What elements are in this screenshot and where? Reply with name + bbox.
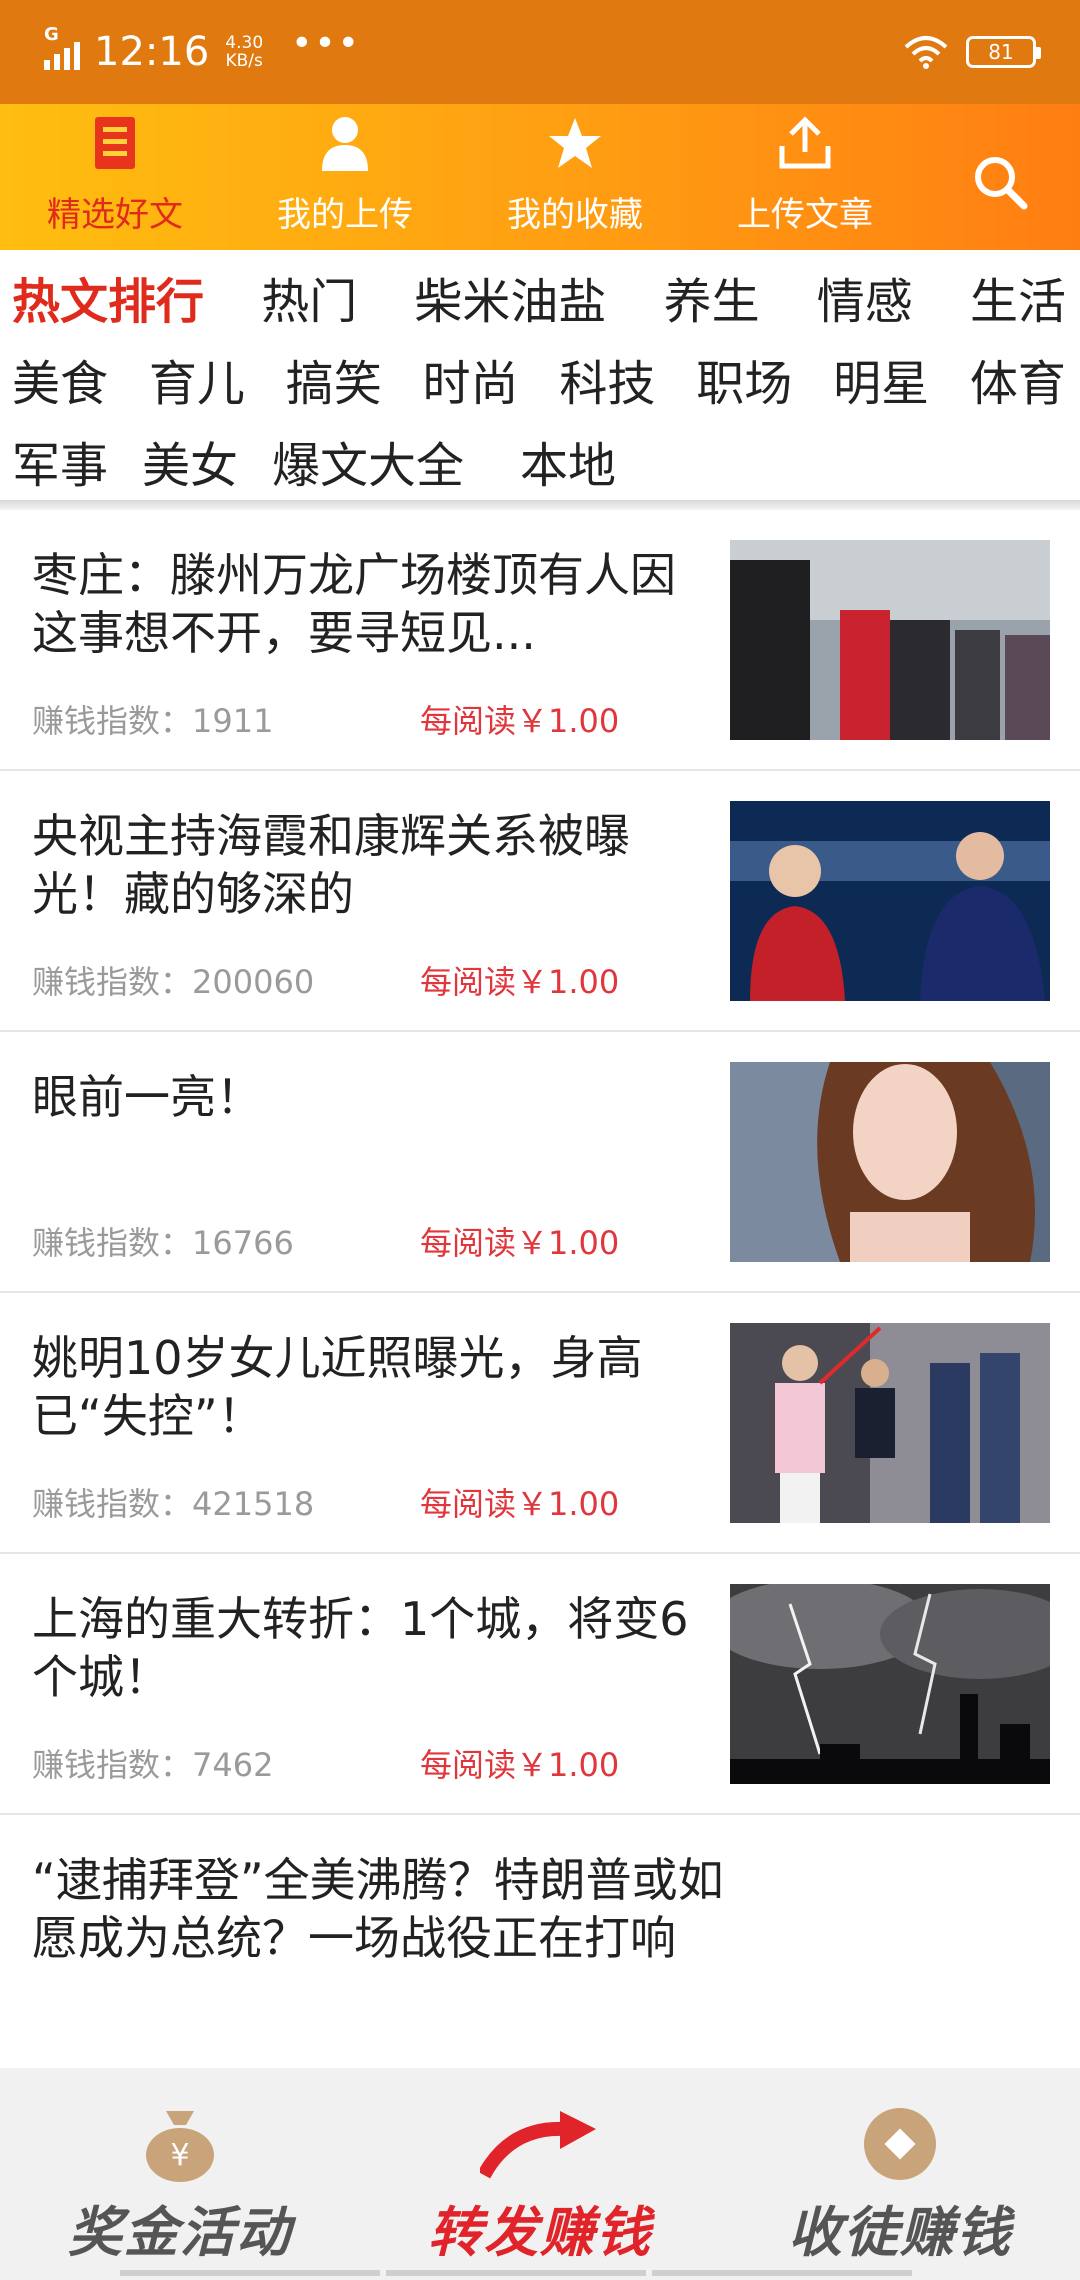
category-item[interactable]: 爆文大全 <box>272 426 464 496</box>
article-thumbnail <box>730 801 1050 1001</box>
article-item[interactable]: 眼前一亮！ 赚钱指数：16766 每阅读￥1.00 <box>0 1032 1080 1293</box>
article-item[interactable]: 枣庄：滕州万龙广场楼顶有人因这事想不开，要寻短见... 赚钱指数：1911 每阅… <box>0 510 1080 771</box>
category-item[interactable]: 体育 <box>970 344 1066 414</box>
share-earn-label: 转发赚钱 <box>428 2201 652 2264</box>
share-arrow-icon <box>480 2111 596 2179</box>
category-item[interactable]: 美食 <box>12 344 108 414</box>
network-speed: 4.30 KB/s <box>225 34 263 70</box>
article-thumbnail <box>730 1584 1050 1784</box>
article-list: 枣庄：滕州万龙广场楼顶有人因这事想不开，要寻短见... 赚钱指数：1911 每阅… <box>0 510 1080 2115</box>
status-bar: G 12:16 4.30 KB/s ••• 81 <box>0 0 1080 104</box>
speed-value: 4.30 <box>225 33 264 53</box>
network-type: G <box>44 24 59 45</box>
earning-index-value: 200060 <box>192 963 315 1001</box>
earning-index: 赚钱指数：7462 <box>32 1740 273 1786</box>
earning-index-label: 赚钱指数： <box>32 702 193 740</box>
battery-level: 81 <box>988 40 1014 64</box>
nav-tab-my-favorites[interactable]: 我的收藏 <box>460 104 690 250</box>
earning-index-value: 16766 <box>192 1224 294 1262</box>
bonus-activity-button[interactable]: ¥ 奖金活动 <box>0 2068 360 2280</box>
category-item[interactable]: 柴米油盐 <box>414 262 606 332</box>
bottom-indicator <box>0 2270 1080 2280</box>
category-item[interactable]: 生活 <box>970 262 1066 332</box>
category-item[interactable]: 职场 <box>696 344 792 414</box>
category-item[interactable]: 搞笑 <box>286 344 382 414</box>
article-title: 姚明10岁女儿近照曝光，身高已“失控”！ <box>32 1331 643 1443</box>
nav-label: 精选好文 <box>47 195 183 235</box>
clock: 12:16 <box>94 29 210 75</box>
earning-index-label: 赚钱指数： <box>32 1746 193 1784</box>
category-item[interactable]: 本地 <box>520 426 616 496</box>
category-item[interactable]: 科技 <box>559 344 655 414</box>
earning-index-value: 421518 <box>192 1485 315 1523</box>
nav-tab-featured[interactable]: 精选好文 <box>0 104 230 250</box>
earning-index-label: 赚钱指数： <box>32 1485 193 1523</box>
nav-label: 我的上传 <box>277 195 413 235</box>
category-item[interactable]: 明星 <box>833 344 929 414</box>
article-item[interactable]: 姚明10岁女儿近照曝光，身高已“失控”！ 赚钱指数：421518 每阅读￥1.0… <box>0 1293 1080 1554</box>
recruit-earn-label: 收徒赚钱 <box>788 2201 1012 2264</box>
article-item[interactable]: 上海的重大转折：1个城，将变6个城！ 赚钱指数：7462 每阅读￥1.00 <box>0 1554 1080 1815</box>
article-title: 眼前一亮！ <box>32 1070 262 1124</box>
share-earn-button[interactable]: 转发赚钱 <box>360 2068 720 2280</box>
coin-icon <box>864 2108 936 2180</box>
earning-index: 赚钱指数：421518 <box>32 1479 314 1525</box>
category-item[interactable]: 军事 <box>12 426 108 496</box>
document-icon <box>95 117 135 169</box>
reward-per-read: 每阅读￥1.00 <box>420 1746 620 1784</box>
bonus-activity-label: 奖金活动 <box>68 2201 292 2264</box>
category-row: 热文排行 热门 柴米油盐 养生 情感 生活 <box>12 256 1066 338</box>
article-item[interactable]: 央视主持海霞和康辉关系被曝光！藏的够深的 赚钱指数：200060 每阅读￥1.0… <box>0 771 1080 1032</box>
more-notifications-icon: ••• <box>291 22 361 64</box>
bottom-action-bar: ¥ 奖金活动 转发赚钱 收徒赚钱 <box>0 2068 1080 2280</box>
user-icon <box>322 117 368 171</box>
nav-label: 上传文章 <box>737 195 873 235</box>
earning-index: 赚钱指数：200060 <box>32 957 314 1003</box>
category-item[interactable]: 情感 <box>817 262 913 332</box>
signal-icon: G <box>44 24 80 70</box>
category-hot-ranking[interactable]: 热文排行 <box>12 262 204 332</box>
search-icon <box>975 157 1028 210</box>
earning-index-value: 1911 <box>192 702 274 740</box>
category-item[interactable]: 热门 <box>261 262 357 332</box>
earning-index-value: 7462 <box>192 1746 274 1784</box>
article-thumbnail <box>730 1323 1050 1523</box>
category-item[interactable]: 养生 <box>664 262 760 332</box>
category-item[interactable]: 时尚 <box>423 344 519 414</box>
upload-icon <box>779 116 831 169</box>
reward-per-read: 每阅读￥1.00 <box>420 963 620 1001</box>
reward-per-read: 每阅读￥1.00 <box>420 1224 620 1262</box>
search-button[interactable] <box>920 104 1080 250</box>
nav-label: 我的收藏 <box>507 195 643 235</box>
category-item[interactable]: 育儿 <box>149 344 245 414</box>
article-thumbnail <box>730 1062 1050 1262</box>
star-icon <box>549 118 601 168</box>
earning-index: 赚钱指数：1911 <box>32 696 273 742</box>
nav-tab-my-uploads[interactable]: 我的上传 <box>230 104 460 250</box>
recruit-earn-button[interactable]: 收徒赚钱 <box>720 2068 1080 2280</box>
article-title: 枣庄：滕州万龙广场楼顶有人因这事想不开，要寻短见... <box>32 548 676 660</box>
category-row: 军事 美女 爆文大全 本地 <box>12 420 1066 502</box>
category-row: 美食 育儿 搞笑 时尚 科技 职场 明星 体育 <box>12 338 1066 420</box>
article-title: 央视主持海霞和康辉关系被曝光！藏的够深的 <box>32 809 630 921</box>
reward-per-read: 每阅读￥1.00 <box>420 702 620 740</box>
battery-icon: 81 <box>966 36 1041 68</box>
article-title: 上海的重大转折：1个城，将变6个城！ <box>32 1592 689 1704</box>
top-nav: 精选好文 我的上传 我的收藏 上传文章 <box>0 104 1080 250</box>
earning-index-label: 赚钱指数： <box>32 1224 193 1262</box>
speed-unit: KB/s <box>225 51 263 71</box>
category-bar: 热文排行 热门 柴米油盐 养生 情感 生活 美食 育儿 搞笑 时尚 科技 职场 … <box>0 250 1080 500</box>
wifi-icon <box>904 36 948 69</box>
divider <box>0 500 1080 510</box>
svg-text:¥: ¥ <box>170 2138 189 2173</box>
article-thumbnail <box>730 540 1050 740</box>
article-title: “逮捕拜登”全美沸腾？特朗普或如愿成为总统？一场战役正在打响 <box>32 1853 724 1965</box>
money-bag-icon: ¥ <box>146 2111 214 2182</box>
earning-index-label: 赚钱指数： <box>32 963 193 1001</box>
category-item[interactable]: 美女 <box>142 426 238 496</box>
earning-index: 赚钱指数：16766 <box>32 1218 294 1264</box>
nav-tab-upload-article[interactable]: 上传文章 <box>690 104 920 250</box>
reward-per-read: 每阅读￥1.00 <box>420 1485 620 1523</box>
